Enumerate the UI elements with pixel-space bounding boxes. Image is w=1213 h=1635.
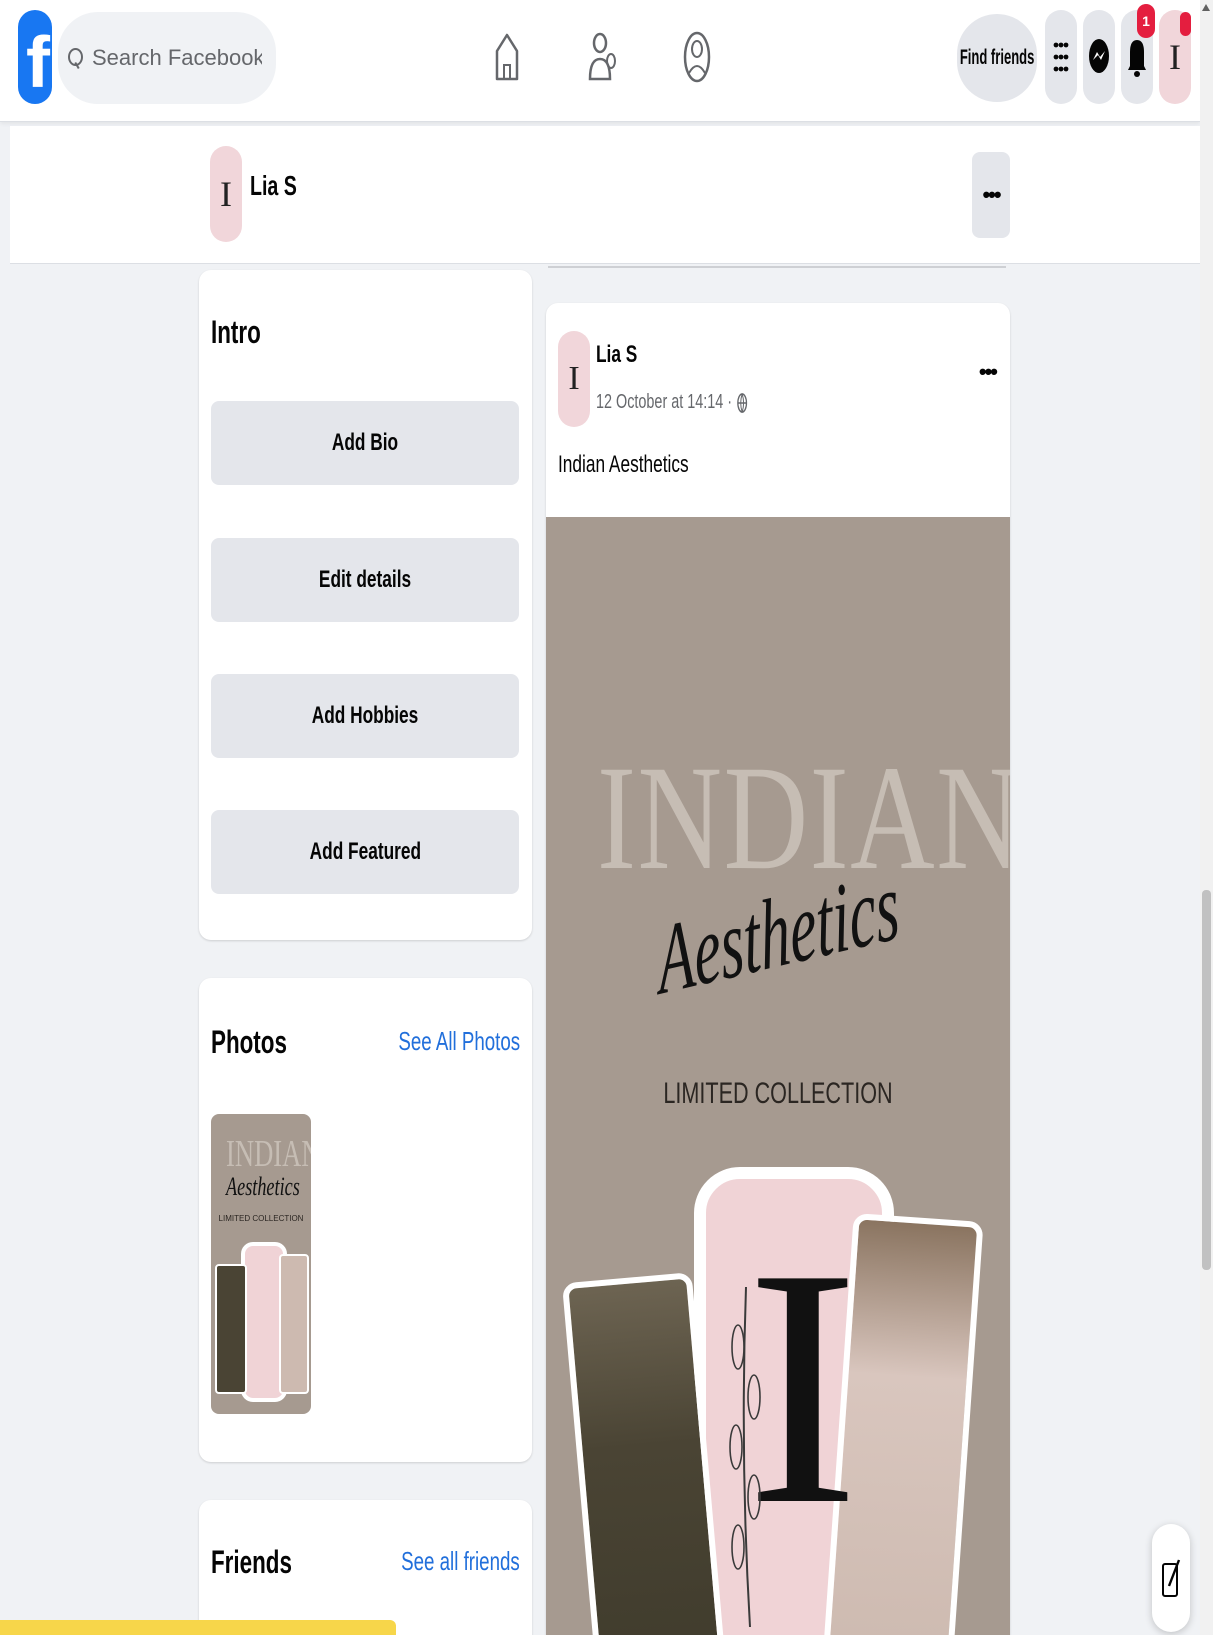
intro-card: Intro Add Bio Edit details Add Hobbies A…: [199, 270, 532, 940]
search-icon: [66, 48, 86, 68]
add-bio-label: Add Bio: [331, 429, 399, 456]
profile-avatar[interactable]: I: [210, 146, 242, 242]
leaf-branch-icon: [729, 1286, 761, 1628]
photos-title: Photos: [211, 1024, 287, 1060]
add-hobbies-button[interactable]: Add Hobbies: [211, 674, 519, 758]
intro-title: Intro: [211, 314, 261, 350]
profile-name[interactable]: Lia S: [250, 170, 317, 202]
friends-card: Friends See all friends: [199, 1500, 532, 1635]
photos-card: Photos See All Photos INDIAN Aesthetics …: [199, 978, 532, 1462]
post-author-name[interactable]: Lia S: [596, 341, 637, 369]
top-nav-bar: f Find friends 1 I: [0, 0, 1200, 122]
account-alert-dot: [1180, 12, 1191, 36]
thumb-headline: INDIAN: [226, 1133, 311, 1175]
post-image[interactable]: INDIAN Aesthetics LIMITED COLLECTION I: [546, 517, 1010, 1635]
notification-badge: 1: [1137, 4, 1155, 38]
compose-icon: [1162, 1559, 1181, 1597]
image-subline: LIMITED COLLECTION: [663, 1077, 893, 1110]
post-timestamp-label: 12 October at 14:14 ·: [596, 391, 733, 413]
edit-details-button[interactable]: Edit details: [211, 538, 519, 622]
scrollbar-thumb[interactable]: [1202, 890, 1211, 1270]
edit-details-label: Edit details: [318, 566, 412, 593]
profile-name-label: Lia S: [250, 170, 297, 201]
photo-thumbnail[interactable]: INDIAN Aesthetics LIMITED COLLECTION: [211, 1114, 311, 1414]
post-author-avatar[interactable]: I: [558, 331, 590, 427]
groups-icon[interactable]: [674, 24, 720, 90]
friends-icon[interactable]: [580, 24, 626, 90]
search-box[interactable]: [58, 12, 276, 104]
thumb-script: Aesthetics: [226, 1172, 300, 1201]
post-card: I Lia S 12 October at 14:14 · ••• Indian…: [546, 303, 1010, 1635]
account-avatar-letter: I: [1169, 37, 1181, 77]
page-scrollbar[interactable]: [1200, 0, 1213, 1635]
post-text: Indian Aesthetics: [558, 451, 689, 478]
bell-icon: [1128, 40, 1146, 77]
friends-title: Friends: [211, 1544, 292, 1580]
feed-divider: [548, 266, 1006, 268]
compose-message-button[interactable]: [1152, 1524, 1190, 1632]
thumb-photo-left: [215, 1264, 247, 1394]
home-icon[interactable]: [484, 24, 530, 90]
search-input[interactable]: [92, 45, 262, 71]
add-featured-label: Add Featured: [309, 838, 421, 865]
add-bio-button[interactable]: Add Bio: [211, 401, 519, 485]
facebook-logo-icon[interactable]: f: [18, 10, 52, 104]
post-timestamp[interactable]: 12 October at 14:14 ·: [596, 391, 748, 414]
thumb-photo-right: [279, 1254, 309, 1394]
globe-icon: [736, 392, 747, 413]
scroll-up-arrow-icon[interactable]: [1202, 4, 1210, 11]
menu-grid-button[interactable]: [1045, 10, 1077, 104]
add-featured-button[interactable]: Add Featured: [211, 810, 519, 894]
messenger-button[interactable]: [1083, 10, 1115, 104]
post-more-button[interactable]: •••: [979, 359, 998, 385]
profile-header-bar: I Lia S •••: [10, 126, 1200, 264]
profile-more-button[interactable]: •••: [972, 152, 1010, 238]
find-friends-label: Find friends: [959, 46, 1035, 69]
add-hobbies-label: Add Hobbies: [311, 702, 419, 729]
profile-avatar-letter: I: [220, 174, 232, 214]
see-all-friends-link[interactable]: See all friends: [401, 1546, 520, 1577]
bottom-banner-strip: [0, 1620, 396, 1635]
thumb-subline: LIMITED COLLECTION: [218, 1214, 304, 1223]
find-friends-button[interactable]: Find friends: [957, 14, 1037, 102]
more-dots-icon: •••: [982, 182, 1001, 207]
messenger-icon: [1089, 39, 1109, 73]
post-avatar-letter: I: [568, 360, 580, 397]
see-all-photos-link[interactable]: See All Photos: [398, 1026, 520, 1057]
menu-grid-icon: [1053, 42, 1069, 72]
